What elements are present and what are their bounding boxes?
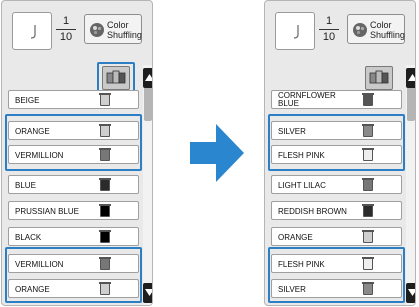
scrollbar-thumb[interactable] xyxy=(144,87,152,121)
counter-current: 1 xyxy=(62,15,70,27)
thread-row[interactable]: CORNFLOWER BLUE xyxy=(271,90,402,109)
thread-name: LIGHT LILAC xyxy=(278,181,326,190)
thread-panel-after: 1 10 Color Shuffling CORNFLOWER BLUE SIL… xyxy=(264,0,416,306)
thread-name: BEIGE xyxy=(15,96,40,105)
fraction-bar xyxy=(56,29,76,30)
thread-name: ORANGE xyxy=(278,233,313,242)
thread-palette-button[interactable] xyxy=(365,66,393,90)
thread-spool-icon xyxy=(362,178,374,191)
embroidery-preview xyxy=(12,12,52,50)
scroll-up-button[interactable] xyxy=(406,68,415,88)
fraction-bar xyxy=(319,29,339,30)
scroll-down-button[interactable] xyxy=(143,283,152,303)
highlight-box xyxy=(5,247,142,303)
embroidery-preview xyxy=(275,12,315,50)
stitch-preview-icon xyxy=(30,25,36,39)
thread-row[interactable]: BLUE xyxy=(8,175,139,194)
thread-row[interactable]: REDDISH BROWN xyxy=(271,201,402,220)
thread-name: PRUSSIAN BLUE xyxy=(15,207,80,216)
thread-name: BLACK xyxy=(15,233,42,242)
color-palette-icon xyxy=(353,23,367,37)
thread-row[interactable]: ORANGE xyxy=(271,227,402,246)
thread-spool-icon xyxy=(99,178,111,191)
thread-spool-icon xyxy=(99,230,111,243)
triangle-up-icon xyxy=(408,74,415,81)
thread-spool-icon xyxy=(99,93,111,106)
thread-spool-icon xyxy=(362,230,374,243)
thread-spool-icon xyxy=(99,204,111,217)
spool-stack-icon xyxy=(369,70,389,84)
triangle-up-icon xyxy=(145,74,152,81)
counter-total: 10 xyxy=(322,31,336,43)
thread-row[interactable]: BEIGE xyxy=(8,90,139,109)
thread-panel-before: 1 10 Color Shuffling BEIGE ORANGE VERMIL… xyxy=(1,0,153,306)
scroll-up-button[interactable] xyxy=(143,68,152,88)
triangle-down-icon xyxy=(408,289,415,296)
thread-name: REDDISH BROWN xyxy=(278,207,347,216)
color-shuffling-button[interactable]: Color Shuffling xyxy=(347,14,405,44)
counter-total: 10 xyxy=(59,31,73,43)
thread-row[interactable]: PRUSSIAN BLUE xyxy=(8,201,139,220)
color-shuffling-label: Color Shuffling xyxy=(107,20,142,40)
scroll-down-button[interactable] xyxy=(406,283,415,303)
color-counter: 1 10 xyxy=(54,15,78,44)
color-shuffling-label: Color Shuffling xyxy=(370,20,405,40)
highlight-box xyxy=(5,114,142,171)
color-counter: 1 10 xyxy=(317,15,341,44)
thread-spool-icon xyxy=(362,204,374,217)
arrow-right-icon xyxy=(190,124,244,182)
thread-name: BLUE xyxy=(15,181,36,190)
highlight-box xyxy=(268,247,405,303)
stitch-preview-icon xyxy=(293,25,299,39)
counter-current: 1 xyxy=(325,15,333,27)
thread-name: CORNFLOWER BLUE xyxy=(278,92,336,108)
highlight-box xyxy=(268,114,405,171)
color-palette-icon xyxy=(90,23,104,37)
thread-row[interactable]: LIGHT LILAC xyxy=(271,175,402,194)
panel-header: 1 10 Color Shuffling xyxy=(265,1,415,59)
scrollbar-thumb[interactable] xyxy=(407,87,415,121)
color-shuffling-button[interactable]: Color Shuffling xyxy=(84,14,142,44)
thread-spool-icon xyxy=(362,93,374,106)
panel-header: 1 10 Color Shuffling xyxy=(2,1,152,59)
triangle-down-icon xyxy=(145,289,152,296)
thread-row[interactable]: BLACK xyxy=(8,227,139,246)
